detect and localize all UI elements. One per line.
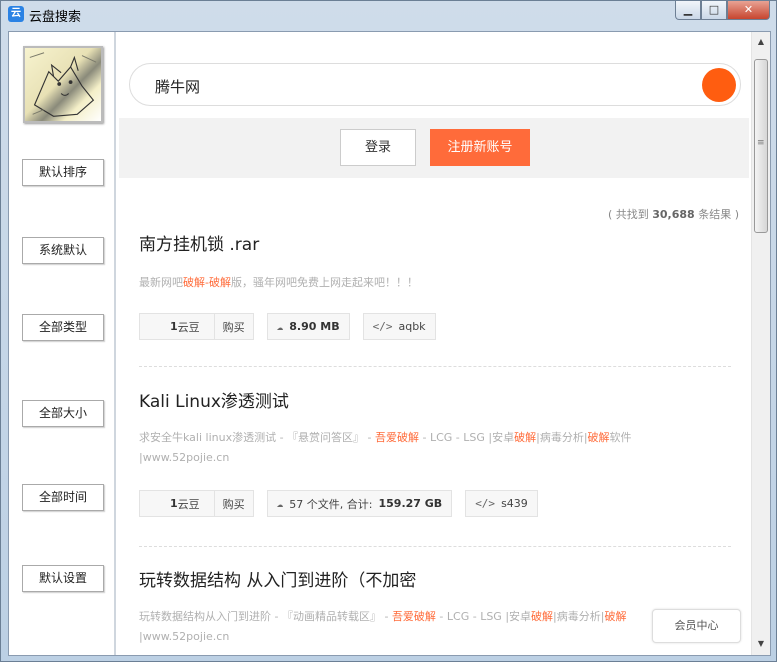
- result-title[interactable]: Kali Linux渗透测试: [139, 387, 731, 412]
- result-count: ( 共找到 30,688 条结果 ): [607, 208, 739, 221]
- scroll-up-icon[interactable]: ▲: [755, 36, 767, 48]
- vip-center-button[interactable]: 会员中心: [652, 609, 741, 643]
- result-title[interactable]: 玩转数据结构 从入门到进阶（不加密: [139, 566, 731, 591]
- cloud-icon: 云: [8, 6, 24, 22]
- result-divider: [139, 366, 731, 367]
- vertical-scrollbar[interactable]: ▲ ≡ ▼: [751, 32, 770, 655]
- maximize-button[interactable]: □: [701, 1, 727, 20]
- sidebar: 默认排序 系统默认 全部类型 全部大小 全部时间 默认设置: [9, 32, 116, 655]
- code-tag[interactable]: </> s439: [465, 490, 538, 517]
- code-icon: </>: [372, 320, 393, 333]
- code-icon: </>: [475, 497, 496, 510]
- cloud-download-icon: ☁: [276, 497, 284, 510]
- cloud-download-icon: ☁: [276, 320, 284, 333]
- grip-icon: ≡: [757, 138, 765, 148]
- buy-button[interactable]: 购买: [215, 491, 253, 516]
- result-item: Kali Linux渗透测试 求安全牛kali linux渗透测试 - 『悬赏问…: [139, 387, 731, 468]
- settings-button[interactable]: 默认设置: [22, 565, 104, 592]
- size-tag: ☁ 8.90 MB: [266, 313, 350, 340]
- avatar[interactable]: [23, 46, 103, 123]
- size-tag: ☁ 57 个文件, 合计: 159.27 GB: [266, 490, 453, 517]
- close-button[interactable]: ✕: [727, 1, 770, 20]
- buy-button[interactable]: 购买: [215, 314, 253, 339]
- price-tag: 1 云豆 购买: [139, 490, 254, 517]
- price-tag: 1 云豆 购买: [139, 313, 254, 340]
- result-description: 求安全牛kali linux渗透测试 - 『悬赏问答区』 - 吾爱破解 - LC…: [139, 431, 632, 444]
- app-window: 云 云盘搜索 ▁ □ ✕ 默认排序 系统默认 全部类型 全部大小 全部时间 默认…: [0, 0, 777, 662]
- login-button[interactable]: 登录: [340, 129, 416, 166]
- result-divider: [139, 546, 731, 547]
- sort-button[interactable]: 默认排序: [22, 159, 104, 186]
- main-content: 腾牛网 登录 注册新账号 ( 共找到 30,688 条结果 ) 南方挂机锁 .r…: [119, 32, 749, 655]
- code-tag[interactable]: </> aqbk: [362, 313, 436, 340]
- time-filter-button[interactable]: 全部时间: [22, 484, 104, 511]
- avatar-cat-image: [29, 52, 97, 117]
- result-count-number: 30,688: [652, 208, 695, 221]
- title-bar: 云 云盘搜索 ▁ □ ✕: [1, 1, 776, 27]
- result-title[interactable]: 南方挂机锁 .rar: [139, 230, 731, 255]
- source-button[interactable]: 系统默认: [22, 237, 104, 264]
- type-filter-button[interactable]: 全部类型: [22, 314, 104, 341]
- scroll-down-icon[interactable]: ▼: [755, 638, 767, 650]
- result-description-url: |www.52pojie.cn: [139, 630, 230, 643]
- search-input[interactable]: 腾牛网: [129, 63, 741, 106]
- client-area: 默认排序 系统默认 全部类型 全部大小 全部时间 默认设置 腾牛网 登录 注册新…: [8, 31, 771, 656]
- login-panel: 登录 注册新账号: [119, 118, 749, 178]
- result-meta: 1 云豆 购买 ☁ 8.90 MB </> aqbk: [139, 313, 436, 340]
- result-description: 玩转数据结构从入门到进阶 - 『动画精品转载区』 - 吾爱破解 - LCG - …: [139, 610, 627, 623]
- window-controls: ▁ □ ✕: [675, 1, 770, 21]
- search-button[interactable]: [702, 68, 736, 102]
- window-title: 云盘搜索: [29, 10, 82, 25]
- size-filter-button[interactable]: 全部大小: [22, 400, 104, 427]
- result-item: 玩转数据结构 从入门到进阶（不加密 玩转数据结构从入门到进阶 - 『动画精品转载…: [139, 566, 731, 647]
- search-query: 腾牛网: [155, 78, 201, 96]
- register-button[interactable]: 注册新账号: [430, 129, 530, 166]
- result-description: 最新网吧破解-破解版，骚年网吧免费上网走起来吧！！！: [139, 276, 418, 289]
- scrollbar-thumb[interactable]: ≡: [754, 59, 768, 233]
- result-meta: 1 云豆 购买 ☁ 57 个文件, 合计: 159.27 GB </> s439: [139, 490, 538, 517]
- minimize-button[interactable]: ▁: [675, 1, 701, 20]
- result-item: 南方挂机锁 .rar 最新网吧破解-破解版，骚年网吧免费上网走起来吧！！！: [139, 230, 731, 293]
- result-description-url: |www.52pojie.cn: [139, 451, 230, 464]
